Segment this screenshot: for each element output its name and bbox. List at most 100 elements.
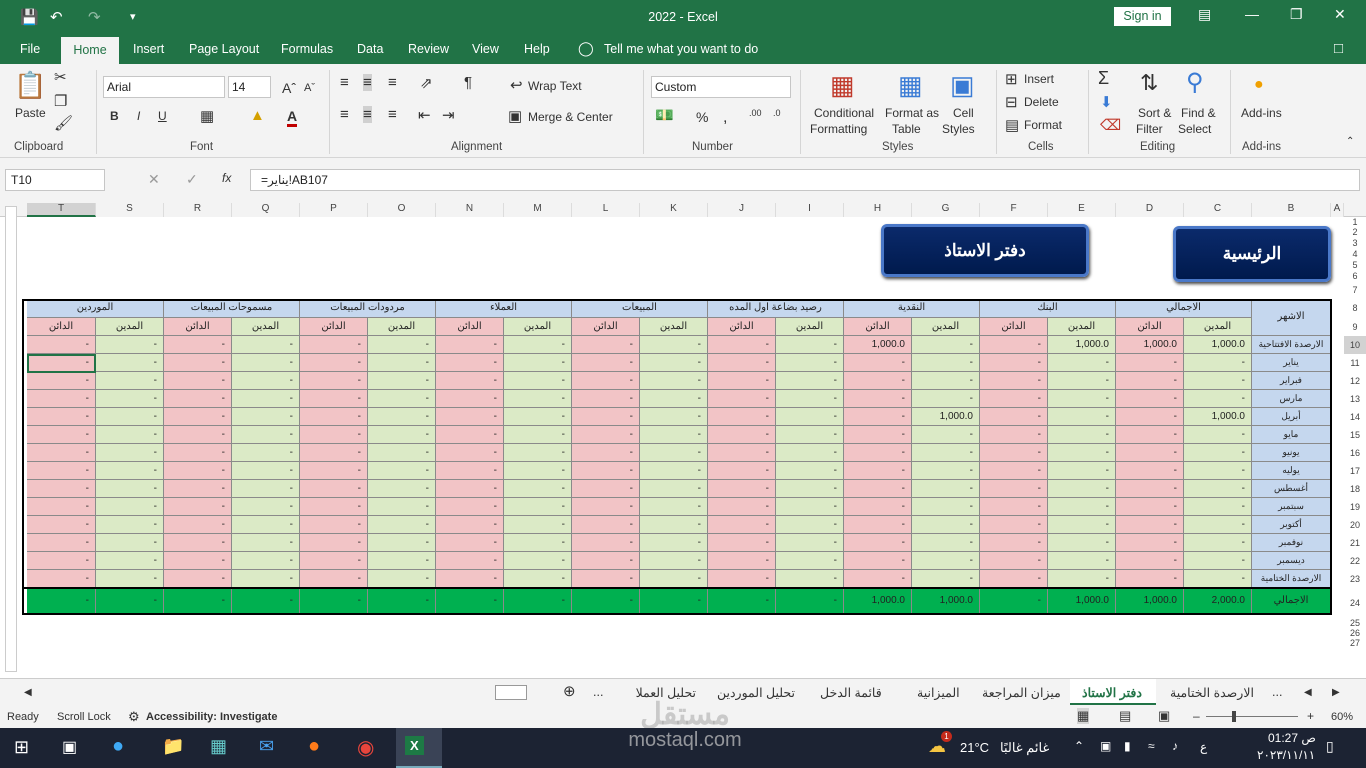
row-header[interactable]: 8 xyxy=(1344,299,1366,318)
comments-icon[interactable]: □ xyxy=(1334,40,1343,57)
menu-view[interactable]: View xyxy=(472,42,499,56)
table-cell[interactable]: 1,000.0 xyxy=(844,336,912,354)
table-cell[interactable]: - xyxy=(436,372,504,390)
table-cell[interactable]: - xyxy=(640,336,708,354)
table-cell[interactable]: - xyxy=(1116,480,1184,498)
table-cell[interactable]: - xyxy=(1048,444,1116,462)
table-cell[interactable]: - xyxy=(300,480,368,498)
table-cell[interactable]: - xyxy=(164,390,232,408)
table-cell[interactable]: - xyxy=(708,426,776,444)
table-cell[interactable]: - xyxy=(27,354,96,372)
increase-font-icon[interactable]: Aˆ xyxy=(282,80,296,96)
table-cell[interactable]: - xyxy=(96,354,164,372)
sheet-tab-active[interactable]: دفتر الاستاذ xyxy=(1082,685,1142,700)
table-cell[interactable]: - xyxy=(1116,354,1184,372)
table-cell[interactable]: - xyxy=(164,354,232,372)
table-cell[interactable]: - xyxy=(844,480,912,498)
align-left-icon[interactable]: ≡ xyxy=(340,106,349,123)
table-cell[interactable]: - xyxy=(912,336,980,354)
table-cell[interactable]: - xyxy=(368,426,436,444)
table-cell[interactable]: - xyxy=(96,534,164,552)
row-header[interactable]: 12 xyxy=(1344,372,1366,390)
table-cell[interactable]: - xyxy=(708,552,776,570)
table-cell[interactable]: - xyxy=(232,390,300,408)
table-cell[interactable]: - xyxy=(844,408,912,426)
edge-icon[interactable]: ● xyxy=(112,735,124,758)
tray-chevron-icon[interactable]: ⌃ xyxy=(1074,739,1084,753)
comma-style-icon[interactable]: , xyxy=(723,109,727,127)
table-cell[interactable]: - xyxy=(1048,354,1116,372)
find-select-label-1[interactable]: Find & xyxy=(1181,106,1216,120)
page-break-view-icon[interactable]: ▣ xyxy=(1158,708,1170,724)
meet-icon[interactable]: ▣ xyxy=(1100,739,1111,753)
table-cell[interactable]: - xyxy=(300,426,368,444)
row-header[interactable]: 3 xyxy=(1344,238,1366,249)
table-cell[interactable]: - xyxy=(232,408,300,426)
table-cell[interactable]: - xyxy=(1116,552,1184,570)
weather-temp[interactable]: 21°C xyxy=(960,740,989,755)
table-cell[interactable]: - xyxy=(572,462,640,480)
ribbon-display-icon[interactable]: ▤ xyxy=(1198,6,1211,23)
table-cell[interactable]: - xyxy=(640,408,708,426)
table-cell[interactable]: - xyxy=(164,408,232,426)
format-cells-button[interactable]: Format xyxy=(1024,118,1062,132)
clock-date[interactable]: ٢٠٢٣/١١/١١ xyxy=(1257,748,1315,762)
table-cell[interactable]: - xyxy=(368,336,436,354)
table-cell[interactable]: - xyxy=(96,480,164,498)
row-header[interactable]: 13 xyxy=(1344,390,1366,408)
table-cell[interactable]: - xyxy=(640,426,708,444)
align-top-icon[interactable]: ≡ xyxy=(340,74,349,91)
table-cell[interactable]: - xyxy=(640,462,708,480)
table-cell[interactable]: - xyxy=(164,462,232,480)
table-cell[interactable]: 1,000.0 xyxy=(1048,336,1116,354)
table-cell[interactable]: - xyxy=(368,516,436,534)
add-ins-button[interactable]: Add-ins xyxy=(1241,106,1282,120)
table-cell[interactable]: - xyxy=(436,336,504,354)
insert-function-icon[interactable]: fx xyxy=(222,171,231,185)
table-cell[interactable]: - xyxy=(504,498,572,516)
table-cell[interactable]: - xyxy=(844,390,912,408)
column-header[interactable]: J xyxy=(708,203,776,217)
column-header[interactable]: S xyxy=(96,203,164,217)
row-header[interactable]: 19 xyxy=(1344,498,1366,516)
table-cell[interactable]: - xyxy=(436,498,504,516)
table-cell[interactable]: - xyxy=(980,462,1048,480)
table-cell[interactable]: - xyxy=(300,390,368,408)
table-cell[interactable]: - xyxy=(912,552,980,570)
task-view-icon[interactable]: ▣ xyxy=(62,737,77,757)
accounting-format-icon[interactable]: 💵 xyxy=(655,106,674,124)
table-cell[interactable]: - xyxy=(504,354,572,372)
column-header[interactable]: G xyxy=(912,203,980,217)
add-ins-icon[interactable]: ● xyxy=(1254,76,1264,94)
tab-scroll-right-icon[interactable]: ▶ xyxy=(1332,687,1340,698)
table-cell[interactable]: - xyxy=(776,336,844,354)
decrease-font-icon[interactable]: Aˇ xyxy=(304,82,315,94)
table-cell[interactable]: - xyxy=(980,336,1048,354)
windows-start-icon[interactable]: ⊞ xyxy=(14,737,29,758)
table-cell[interactable]: - xyxy=(504,462,572,480)
table-cell[interactable]: - xyxy=(912,390,980,408)
table-cell[interactable]: - xyxy=(436,570,504,588)
cut-icon[interactable]: ✂ xyxy=(54,68,67,86)
sort-filter-icon[interactable]: ⇅ xyxy=(1140,70,1158,96)
table-cell[interactable]: - xyxy=(27,498,96,516)
table-cell[interactable]: - xyxy=(1048,516,1116,534)
table-cell[interactable]: - xyxy=(1184,426,1252,444)
wrap-text-icon[interactable]: ↩ xyxy=(510,76,523,94)
store-icon[interactable]: ▦ xyxy=(210,736,227,757)
normal-view-icon[interactable]: ▦ xyxy=(1077,708,1090,724)
table-cell[interactable]: - xyxy=(572,552,640,570)
table-cell[interactable]: - xyxy=(1048,390,1116,408)
table-cell[interactable]: - xyxy=(300,444,368,462)
paste-icon[interactable]: 📋 xyxy=(14,70,46,101)
table-cell[interactable]: - xyxy=(572,444,640,462)
table-cell[interactable]: - xyxy=(708,480,776,498)
underline-icon[interactable]: U xyxy=(158,109,167,123)
format-as-table-label-2[interactable]: Table xyxy=(892,122,921,136)
table-cell[interactable]: - xyxy=(1048,426,1116,444)
table-cell[interactable]: - xyxy=(164,444,232,462)
table-cell[interactable]: - xyxy=(96,498,164,516)
table-cell[interactable]: - xyxy=(912,462,980,480)
table-cell[interactable]: - xyxy=(776,480,844,498)
formula-input[interactable]: =يناير!AB107 xyxy=(250,169,1360,191)
